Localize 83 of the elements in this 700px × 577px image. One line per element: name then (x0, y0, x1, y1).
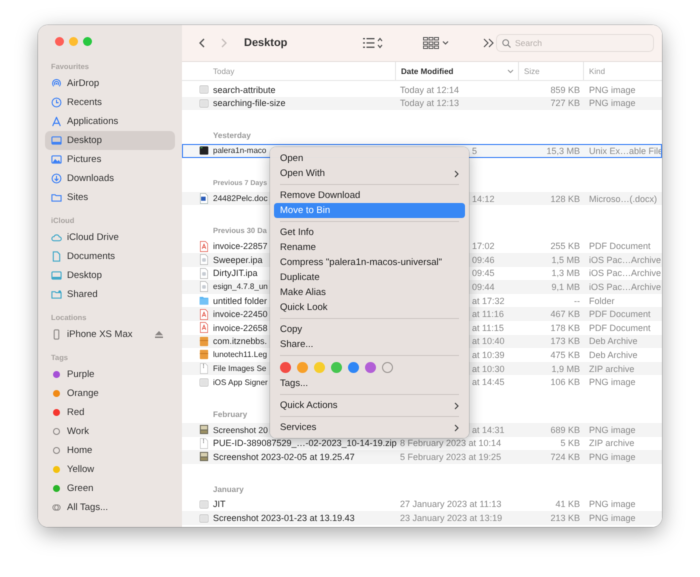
date-cell: 14:12 (472, 194, 495, 204)
size-cell: 255 KB (550, 241, 580, 252)
date-cell: at 10:40 (472, 336, 505, 346)
date-cell: at 14:45 (472, 377, 505, 388)
file-name: JIT (213, 499, 226, 510)
size-cell: 9,1 MB (551, 282, 580, 292)
file-name: untitled folder (213, 296, 268, 306)
file-name: lunotech11.Leg (213, 350, 268, 360)
date-cell: at 14:31 (472, 424, 505, 435)
size-cell: 727 KB (550, 98, 580, 108)
file-name: invoice-22658 (213, 322, 268, 333)
kind-cell-text: PNG image (588, 84, 636, 95)
kind-cell-text: PNG image (588, 98, 636, 108)
date-cell: 09:44 (472, 282, 495, 292)
kind-cell-text: Microso…(.docx) (588, 194, 658, 204)
group-label: January (213, 484, 244, 496)
size-cell: 475 KB (550, 350, 580, 360)
file-name: DirtyJIT.ipa (213, 268, 258, 278)
kind-cell-text: PDF Document (588, 241, 651, 252)
kind-cell-text: iOS Pac…Archive (588, 254, 662, 265)
date-cell: 5 February 2023 at 19:25 (400, 452, 502, 462)
date-cell: at 11:15 (472, 322, 504, 333)
size-cell: 724 KB (550, 452, 580, 462)
size-cell: 5 KB (560, 438, 580, 448)
size-cell: 128 KB (550, 194, 580, 204)
size-cell: 1,5 MB (551, 254, 580, 265)
file-name: search-attribute (213, 84, 276, 95)
size-cell: 213 KB (550, 513, 580, 524)
date-cell: at 10:30 (472, 364, 505, 374)
kind-cell-text: ZIP archive (588, 364, 634, 374)
group-label: February (213, 408, 248, 421)
file-name: 24482Pelc.doc (213, 194, 268, 204)
date-cell: 09:45 (472, 268, 495, 278)
size-cell: 15,3 MB (546, 146, 580, 156)
kind-cell-text: PNG image (588, 377, 636, 388)
file-name: File Images Se (213, 364, 266, 374)
size-cell: 689 KB (550, 424, 580, 435)
kind-cell-text: Deb Archive (588, 350, 638, 360)
date-cell: at 11:16 (472, 309, 504, 320)
date-cell: 27 January 2023 at 11:13 (400, 499, 502, 510)
kind-cell-text: PNG image (588, 424, 636, 435)
date-cell: at 10:39 (472, 350, 505, 360)
file-name: Sweeper.ipa (213, 254, 263, 265)
group-label: Yesterday (213, 130, 251, 142)
date-cell: Today at 12:14 (400, 84, 460, 95)
size-cell: -- (574, 296, 580, 306)
file-name: palera1n-maco (213, 146, 266, 156)
size-cell: 1,3 MB (551, 268, 580, 278)
kind-cell-text: PNG image (588, 452, 636, 462)
file-name: Screenshot 2023-01-23 at 13.19.43 (213, 513, 355, 524)
kind-cell-text: PDF Document (588, 322, 651, 333)
window-title: Desktop (244, 37, 288, 49)
file-name: com.itznebbs. (213, 336, 267, 346)
file-name: invoice-22450 (213, 309, 268, 320)
date-cell: 09:46 (472, 254, 495, 265)
kind-cell-text: Folder (588, 296, 615, 306)
date-cell: 17:02 (472, 241, 495, 252)
size-cell: 1,9 MB (551, 364, 580, 374)
size-cell: 859 KB (550, 84, 580, 95)
file-name: iOS App Signer (213, 378, 268, 387)
kind-cell-text: ZIP archive (588, 438, 634, 448)
file-name: Screenshot 2023-02-05 at 19.25.47 (213, 452, 355, 462)
kind-cell-text: PNG image (588, 513, 636, 524)
kind-cell-text: iOS Pac…Archive (588, 268, 662, 278)
file-name: Screenshot 20 (213, 424, 268, 435)
file-name: invoice-22857 (213, 241, 268, 252)
kind-cell-text: Deb Archive (588, 336, 638, 346)
file-name: searching-file-size (213, 98, 286, 108)
date-cell: 23 January 2023 at 13:19 (400, 513, 502, 524)
date-cell: 8 February 2023 at 10:14 (400, 438, 502, 448)
size-cell: 467 KB (550, 309, 580, 320)
size-cell: 41 KB (555, 499, 580, 510)
kind-cell-text: iOS Pac…Archive (588, 282, 662, 292)
file-name: esign_4.7.8_un (213, 282, 268, 292)
kind-cell-text: PDF Document (588, 309, 651, 320)
size-cell: 173 KB (550, 336, 580, 346)
date-cell: 5 (472, 146, 478, 156)
date-cell: Today at 12:13 (400, 98, 460, 108)
date-cell: at 17:32 (472, 296, 505, 306)
kind-cell-text: PNG image (588, 499, 636, 510)
file-name: PUE-ID-389087529_…-02-2023_10-14-19.zip (213, 438, 397, 448)
size-cell: 178 KB (550, 322, 580, 333)
size-cell: 106 KB (550, 377, 580, 388)
